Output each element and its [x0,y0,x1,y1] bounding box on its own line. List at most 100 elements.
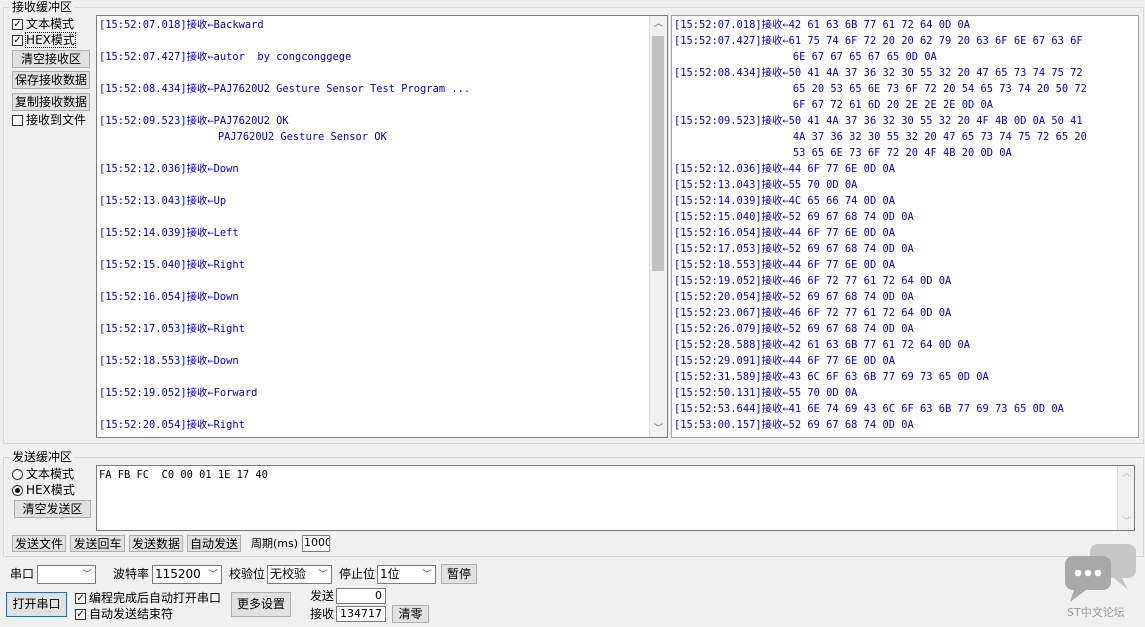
rx-text-mode-label: 文本模式 [26,17,75,31]
receive-line: 65 20 53 65 6E 73 6F 72 20 54 65 73 74 2… [674,83,1087,95]
receive-line [97,145,649,161]
receive-line [97,65,649,81]
receive-line: [15:52:07.018]接收←42 61 63 6B 77 61 72 64… [674,19,971,31]
rx-count-value: 134717 [336,606,386,622]
receive-line: [15:52:14.039]接收←4C 65 66 74 0D 0A [674,195,895,207]
baud-select[interactable]: 115200 ﹀ [152,565,222,584]
receive-line: 4A 37 36 32 30 55 32 20 47 65 73 74 75 7… [674,131,1087,143]
checkbox-empty-icon [12,114,23,126]
chevron-down-icon: ﹀ [422,570,432,580]
pause-button[interactable]: 暂停 [441,564,477,584]
checkbox-checked-icon: ✓ [12,34,23,46]
receive-hex-area[interactable]: [15:52:07.018]接收←42 61 63 6B 77 61 72 64… [671,15,1139,438]
baud-label: 波特率 [113,567,150,581]
receive-line: [15:52:09.523]接收←PAJ7620U2 OK [99,115,289,127]
send-data-button[interactable]: 发送数据 [129,535,183,552]
receive-line: [15:52:07.018]接收←Backward [99,19,264,31]
tx-count-label: 发送 [310,589,335,603]
receive-line: [15:52:17.053]接收←52 69 67 68 74 0D 0A [674,243,914,255]
receive-line: PAJ7620U2 Gesture Sensor OK [99,131,387,143]
scroll-down-icon[interactable]: ﹀ [650,421,667,437]
receive-line: [15:52:13.043]接收←Up [99,195,227,207]
auto-end-checkbox[interactable]: ✓ 自动发送结束符 [75,607,173,621]
receive-line: [15:52:26.079]接收←52 69 67 68 74 0D 0A [674,323,914,335]
scroll-up-icon[interactable]: ︿ [650,16,667,32]
clear-send-button[interactable]: 清空发送区 [14,500,91,518]
scrollbar-thumb[interactable] [652,36,664,271]
receive-line: [15:52:53.644]接收←41 6E 74 69 43 6C 6F 63… [674,403,1064,415]
send-enter-button[interactable]: 发送回车 [70,535,125,552]
receive-line: [15:52:31.589]接收←43 6C 6F 63 6B 77 69 73… [674,371,989,383]
clear-receive-button[interactable]: 清空接收区 [12,50,90,68]
auto-open-checkbox[interactable]: ✓ 编程完成后自动打开串口 [75,591,221,605]
parity-label: 校验位 [229,567,266,581]
save-receive-button[interactable]: 保存接收数据 [12,71,90,89]
receive-hex-lines: [15:52:07.018]接收←42 61 63 6B 77 61 72 64… [672,17,1138,433]
receive-line: [15:52:13.043]接收←55 70 0D 0A [674,179,858,191]
rx-hex-mode-label: HEX模式 [25,32,76,48]
copy-receive-button[interactable]: 复制接收数据 [12,93,90,111]
receive-line: [15:52:12.036]接收←44 6F 77 6E 0D 0A [674,163,895,175]
receive-line: [15:52:29.091]接收←44 6F 77 6E 0D 0A [674,355,895,367]
send-file-button[interactable]: 发送文件 [12,535,66,552]
auto-end-label: 自动发送结束符 [89,607,174,621]
parity-value: 无校验 [270,567,307,581]
receive-line [97,241,649,257]
chat-bubble-icon [1065,544,1136,602]
period-label: 周期(ms) [251,537,299,550]
send-content: FA FB FC C0 00 01 1E 17 40 [99,469,268,481]
tx-text-mode-label: 文本模式 [26,467,75,481]
port-select[interactable]: ﹀ [37,565,96,584]
receive-line [97,209,649,225]
stop-bit-label: 停止位 [339,567,376,581]
receive-line: [15:53:00.157]接收←52 69 67 68 74 0D 0A [674,419,914,431]
scroll-up-icon[interactable]: ︿ [1118,466,1134,482]
receive-line: [15:52:07.427]接收←61 75 74 6F 72 20 20 62… [674,35,1083,47]
auto-open-label: 编程完成后自动打开串口 [89,591,222,605]
forum-logo: ST中文论坛 [1062,542,1142,622]
receive-to-file-checkbox[interactable]: 接收到文件 [12,113,86,127]
receive-line: [15:52:12.036]接收←Down [99,163,239,175]
parity-select[interactable]: 无校验 ﹀ [267,565,332,584]
period-input[interactable]: 1000 [302,535,330,552]
rx-hex-mode-checkbox[interactable]: ✓ HEX模式 [12,32,76,48]
receive-line: [15:52:20.054]接收←52 69 67 68 74 0D 0A [674,291,914,303]
receive-line: [15:52:16.054]接收←Down [99,291,239,303]
receive-buffer-title: 接收缓冲区 [10,0,75,14]
receive-line: [15:52:19.052]接收←Forward [99,387,258,399]
receive-line: [15:52:08.434]接收←PAJ7620U2 Gesture Senso… [99,83,471,95]
receive-line: [15:52:20.054]接收←Right [99,419,245,431]
receive-line: [15:52:14.039]接收←Left [99,227,239,239]
watermark-text: ST中文论坛 [1067,606,1125,619]
scroll-down-icon[interactable]: ﹀ [1118,514,1134,530]
reset-count-button[interactable]: 清零 [392,605,429,623]
receive-line: [15:52:50.131]接收←55 70 0D 0A [674,387,858,399]
receive-text-scrollbar[interactable]: ︿ ﹀ [649,16,667,437]
receive-line [97,273,649,289]
send-text-area[interactable]: FA FB FC C0 00 01 1E 17 40 ︿ ﹀ [96,465,1135,531]
receive-line: [15:52:19.052]接收←46 6F 72 77 61 72 64 0D… [674,275,952,287]
send-scrollbar[interactable]: ︿ ﹀ [1117,466,1134,530]
receive-text-area[interactable]: [15:52:07.018]接收←Backward [15:52:07.427]接… [96,15,668,438]
open-port-button[interactable]: 打开串口 [6,592,67,617]
radio-empty-icon [12,468,23,480]
tx-hex-mode-label: HEX模式 [26,483,75,497]
receive-line [97,33,649,49]
receive-line [97,337,649,353]
more-settings-button[interactable]: 更多设置 [231,592,291,617]
send-buffer-title: 发送缓冲区 [10,450,75,464]
rx-text-mode-checkbox[interactable]: ✓ 文本模式 [12,17,74,31]
baud-value: 115200 [155,567,201,581]
receive-text-lines: [15:52:07.018]接收←Backward [15:52:07.427]接… [97,17,649,433]
tx-hex-mode-radio[interactable]: HEX模式 [12,483,75,497]
receive-line: [15:52:18.553]接收←Down [99,355,239,367]
rx-count-label: 接收 [310,607,335,621]
receive-line [97,305,649,321]
stop-bit-select[interactable]: 1位 ﹀ [377,565,436,584]
receive-line: [15:52:17.053]接收←Right [99,323,245,335]
receive-line: 53 65 6E 73 6F 72 20 4F 4B 20 0D 0A [674,147,1012,159]
receive-line [97,369,649,385]
tx-text-mode-radio[interactable]: 文本模式 [12,467,74,481]
auto-send-button[interactable]: 自动发送 [187,535,241,552]
radio-selected-icon [12,484,23,496]
